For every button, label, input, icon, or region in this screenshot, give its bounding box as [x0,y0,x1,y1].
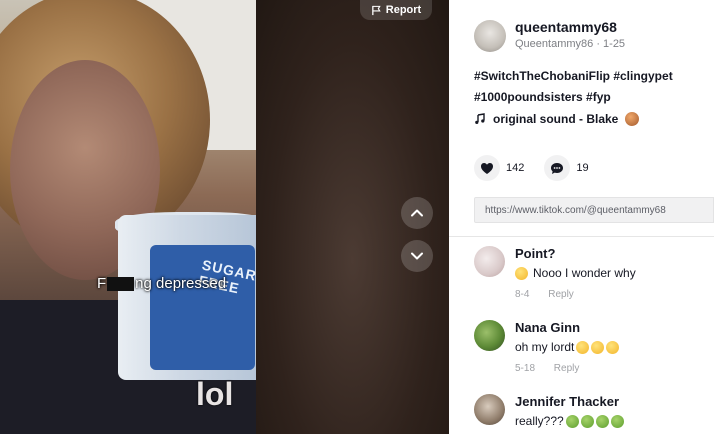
action-bar: 142 19 [474,155,609,181]
video-caption: Fng depressed [97,275,226,292]
grimacing-emoji-icon [606,340,620,354]
censor-bar [107,277,135,292]
comment-meta: 5-18 Reply [515,363,579,374]
caption-start: F [97,275,107,292]
post-description: #SwitchTheChobaniFlip #clingypet #1000po… [474,66,704,108]
video-overlay-text: lol [196,376,234,412]
post-link-text: https://www.tiktok.com/@queentammy68 [485,205,666,216]
description-line-2[interactable]: #1000poundsisters #fyp [474,87,704,108]
author-username[interactable]: queentammy68 [515,19,617,35]
comment-avatar[interactable] [474,394,505,425]
author-subline: Queentammy86 · 1-25 [515,38,626,50]
comment-icon [551,162,564,174]
author-avatar[interactable] [474,20,506,52]
video-player[interactable]: SUGAR FREE Fng depressed lol Report [0,0,449,434]
flushed-emoji-icon [515,266,528,280]
report-label: Report [385,4,422,16]
reply-button[interactable]: Reply [554,363,580,374]
nauseated-emoji-icon [565,414,579,428]
chevron-up-icon [411,209,423,217]
comment-username[interactable]: Jennifer Thacker [515,394,619,409]
comment-username[interactable]: Point? [515,246,555,261]
post-sidebar: queentammy68 Queentammy86 · 1-25 #Switch… [449,0,714,434]
comment-avatar[interactable] [474,246,505,277]
comment-button[interactable] [544,155,571,181]
comment-text: oh my lordt [515,340,620,354]
music-link[interactable]: original sound - Blake [474,112,640,126]
comment-text: Nooo I wonder why [515,266,636,280]
next-video-button[interactable] [401,240,433,272]
flag-icon [371,5,381,15]
like-button[interactable] [474,155,500,181]
comment-date: 5-18 [515,363,536,374]
comment-avatar[interactable] [474,320,505,351]
comment-body: really??? [515,414,564,428]
comment-count: 19 [576,162,589,174]
nauseated-emoji-icon [595,414,609,428]
comment-meta: 8-4 Reply [515,289,574,300]
divider [449,236,714,237]
comment-date: 8-4 [515,289,530,300]
reply-button[interactable]: Reply [548,289,574,300]
flushed-emoji-icon [576,340,590,354]
music-title: original sound - Blake [493,112,619,126]
chevron-down-icon [411,252,423,260]
nauseated-emoji-icon [580,414,594,428]
report-button[interactable]: Report [360,0,432,20]
comment-text: really??? [515,414,624,428]
flushed-emoji-icon [591,340,605,354]
music-note-icon [475,113,485,124]
like-count: 142 [506,162,525,174]
copy-link-field[interactable]: https://www.tiktok.com/@queentammy68 [474,197,714,223]
comment-username[interactable]: Nana Ginn [515,320,580,335]
nauseated-emoji-icon [610,414,624,428]
music-emoji-icon [625,112,640,126]
description-line-1[interactable]: #SwitchTheChobaniFlip #clingypet [474,66,704,87]
heart-icon [481,162,493,174]
previous-video-button[interactable] [401,197,433,229]
comment-body: Nooo I wonder why [533,266,636,280]
comment-body: oh my lordt [515,340,575,354]
caption-end: ng depressed [135,275,227,292]
video-frame: SUGAR FREE Fng depressed lol [0,0,256,434]
